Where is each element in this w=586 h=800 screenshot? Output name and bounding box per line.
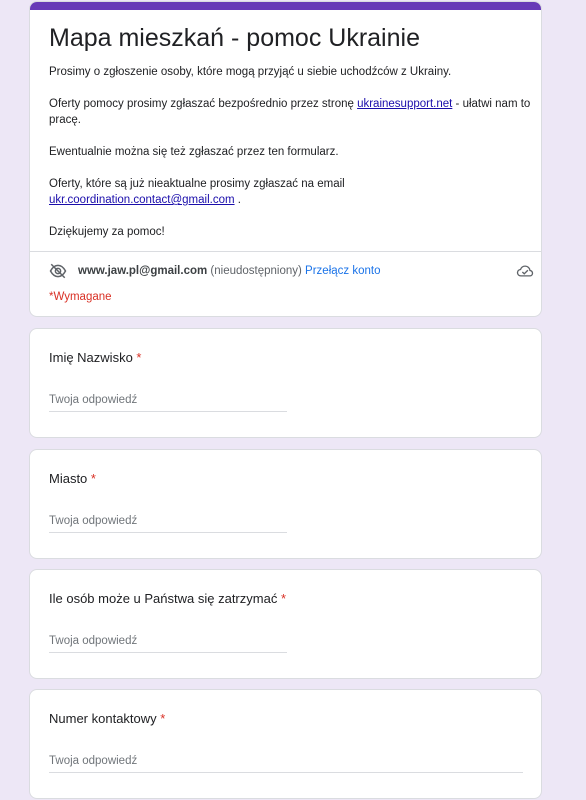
answer-input[interactable]: Twoja odpowiedź xyxy=(49,392,287,412)
divider xyxy=(30,251,541,252)
question-card: Ile osób może u Państwa się zatrzymać * … xyxy=(29,569,542,679)
required-asterisk: * xyxy=(90,471,96,486)
account-info: www.jaw.pl@gmail.com (nieudostępniony) P… xyxy=(78,261,380,281)
question-label: Numer kontaktowy * xyxy=(49,710,165,728)
required-asterisk: * xyxy=(136,350,142,365)
answer-input[interactable]: Twoja odpowiedź xyxy=(49,633,287,653)
required-asterisk: * xyxy=(160,711,166,726)
question-card: Numer kontaktowy * Twoja odpowiedź xyxy=(29,689,542,799)
description-text: . xyxy=(234,194,241,206)
description-paragraph: Oferty pomocy prosimy zgłaszać bezpośred… xyxy=(49,96,534,128)
answer-input[interactable]: Twoja odpowiedź xyxy=(49,753,523,773)
description-paragraph: Oferty, które są już nieaktualne prosimy… xyxy=(49,176,534,208)
question-text: Miasto xyxy=(49,471,88,486)
description-text: Oferty, które są już nieaktualne prosimy… xyxy=(49,178,345,190)
contact-email-link[interactable]: ukr.coordination.contact@gmail.com xyxy=(49,194,235,206)
question-card: Imię Nazwisko * Twoja odpowiedź xyxy=(29,328,542,438)
switch-account-link[interactable]: Przełącz konto xyxy=(305,265,380,277)
answer-input[interactable]: Twoja odpowiedź xyxy=(49,513,287,533)
visibility-off-icon xyxy=(49,263,67,279)
description-text: Oferty pomocy prosimy zgłaszać bezpośred… xyxy=(49,98,358,110)
question-card: Miasto * Twoja odpowiedź xyxy=(29,449,542,559)
form-header-card: Mapa mieszkań - pomoc Ukrainie Prosimy o… xyxy=(29,1,542,317)
question-label: Imię Nazwisko * xyxy=(49,349,141,367)
form-description: Prosimy o zgłoszenie osoby, które mogą p… xyxy=(49,64,534,256)
required-asterisk: * xyxy=(280,591,287,606)
question-text: Numer kontaktowy xyxy=(49,711,157,726)
question-text: Ile osób może u Państwa się zatrzymać xyxy=(49,591,278,606)
description-paragraph: Dziękujemy za pomoc! xyxy=(49,226,165,238)
question-label: Ile osób może u Państwa się zatrzymać * xyxy=(49,590,286,608)
required-note: *Wymagane xyxy=(49,291,112,303)
account-row: www.jaw.pl@gmail.com (nieudostępniony) P… xyxy=(49,261,534,281)
accent-bar xyxy=(30,2,541,10)
account-share-note: (nieudostępniony) xyxy=(210,265,302,277)
ukrainesupport-link[interactable]: ukrainesupport.net xyxy=(357,98,452,110)
question-label: Miasto * xyxy=(49,470,96,488)
form-page: Mapa mieszkań - pomoc Ukrainie Prosimy o… xyxy=(0,0,586,800)
description-paragraph: Ewentualnie można się też zgłaszać przez… xyxy=(49,146,339,158)
account-email: www.jaw.pl@gmail.com xyxy=(78,265,208,277)
form-title: Mapa mieszkań - pomoc Ukrainie xyxy=(49,24,420,52)
question-text: Imię Nazwisko xyxy=(49,350,133,365)
description-paragraph: Prosimy o zgłoszenie osoby, które mogą p… xyxy=(49,66,452,78)
cloud-done-icon xyxy=(516,265,534,277)
